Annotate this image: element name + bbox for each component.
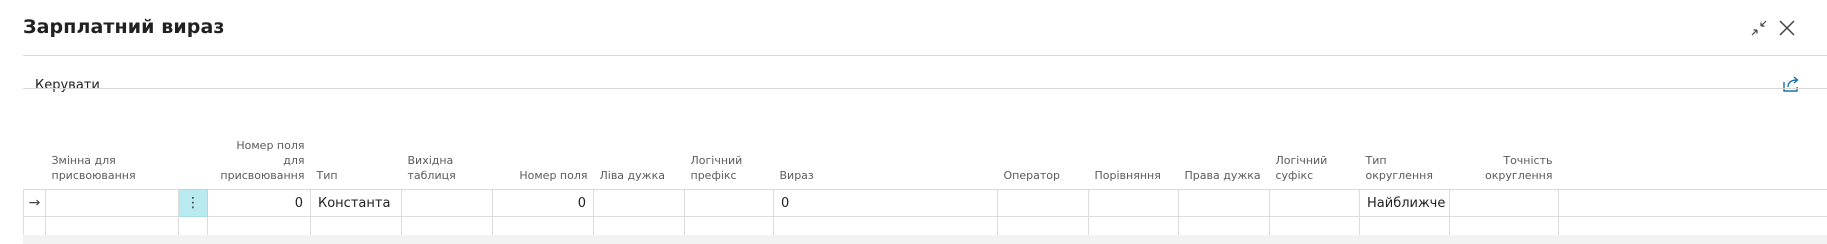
- cell-logic-prefix[interactable]: [684, 189, 774, 217]
- col-logic-suffix[interactable]: Логічний суфікс: [1270, 138, 1360, 190]
- cell-rounding-precision[interactable]: [1449, 189, 1559, 217]
- cell-logic-suffix[interactable]: [1269, 189, 1360, 217]
- col-type[interactable]: Тип: [311, 138, 402, 190]
- col-comparison[interactable]: Порівняння: [1089, 138, 1179, 190]
- cell-field-no[interactable]: 0: [492, 189, 594, 217]
- cell-right-bracket[interactable]: [1178, 189, 1270, 217]
- col-field-no[interactable]: Номер поля: [493, 138, 594, 190]
- col-left-bracket[interactable]: Ліва дужка: [594, 138, 685, 190]
- arrow-right-icon: →: [23, 189, 46, 217]
- col-menu-spacer: [179, 138, 208, 190]
- page-title: Зарплатний вираз: [23, 16, 225, 38]
- manage-menu-button[interactable]: Керувати: [35, 78, 100, 93]
- share-icon[interactable]: [1781, 74, 1801, 94]
- actionbar-divider: [23, 88, 1827, 89]
- close-icon: [1779, 20, 1795, 36]
- collapse-arrows-icon: [1751, 20, 1767, 36]
- header-row: Змінна для присвоювання Номер поля для п…: [24, 138, 1827, 190]
- cell-assign-field-no[interactable]: 0: [207, 189, 311, 217]
- col-right-bracket[interactable]: Права дужка: [1179, 138, 1270, 190]
- cell-source-table[interactable]: [401, 189, 493, 217]
- col-rounding-precision[interactable]: Точність округлення: [1450, 138, 1559, 190]
- col-logic-prefix[interactable]: Логічний префікс: [685, 138, 774, 190]
- col-source-table[interactable]: Вихідна таблиця: [402, 138, 493, 190]
- cell-filler: [1558, 189, 1827, 217]
- col-operator[interactable]: Оператор: [998, 138, 1089, 190]
- expression-grid: Змінна для присвоювання Номер поля для п…: [23, 138, 1827, 244]
- close-button[interactable]: [1775, 16, 1799, 40]
- col-assign-field-no[interactable]: Номер поля для присвоювання: [208, 138, 311, 190]
- cell-operator[interactable]: [997, 189, 1089, 217]
- cell-assign-var[interactable]: [45, 189, 179, 217]
- cell-left-bracket[interactable]: [593, 189, 685, 217]
- table-row[interactable]: → ⋮ 0 Константа 0 0 Найближче: [23, 189, 1827, 217]
- collapse-button[interactable]: [1747, 16, 1771, 40]
- col-spacer: [24, 138, 46, 190]
- col-expression[interactable]: Вираз: [774, 138, 998, 190]
- grid-footer-strip: [23, 235, 1827, 244]
- cell-rounding-type[interactable]: Найближче: [1359, 189, 1450, 217]
- col-filler: [1559, 138, 1827, 190]
- header-divider: [23, 55, 1827, 56]
- col-rounding-type[interactable]: Тип округлення: [1360, 138, 1450, 190]
- col-assign-var[interactable]: Змінна для присвоювання: [46, 138, 179, 190]
- cell-comparison[interactable]: [1088, 189, 1179, 217]
- vertical-dots-icon[interactable]: ⋮: [178, 189, 208, 217]
- cell-expression[interactable]: 0: [773, 189, 998, 217]
- cell-type[interactable]: Константа: [310, 189, 402, 217]
